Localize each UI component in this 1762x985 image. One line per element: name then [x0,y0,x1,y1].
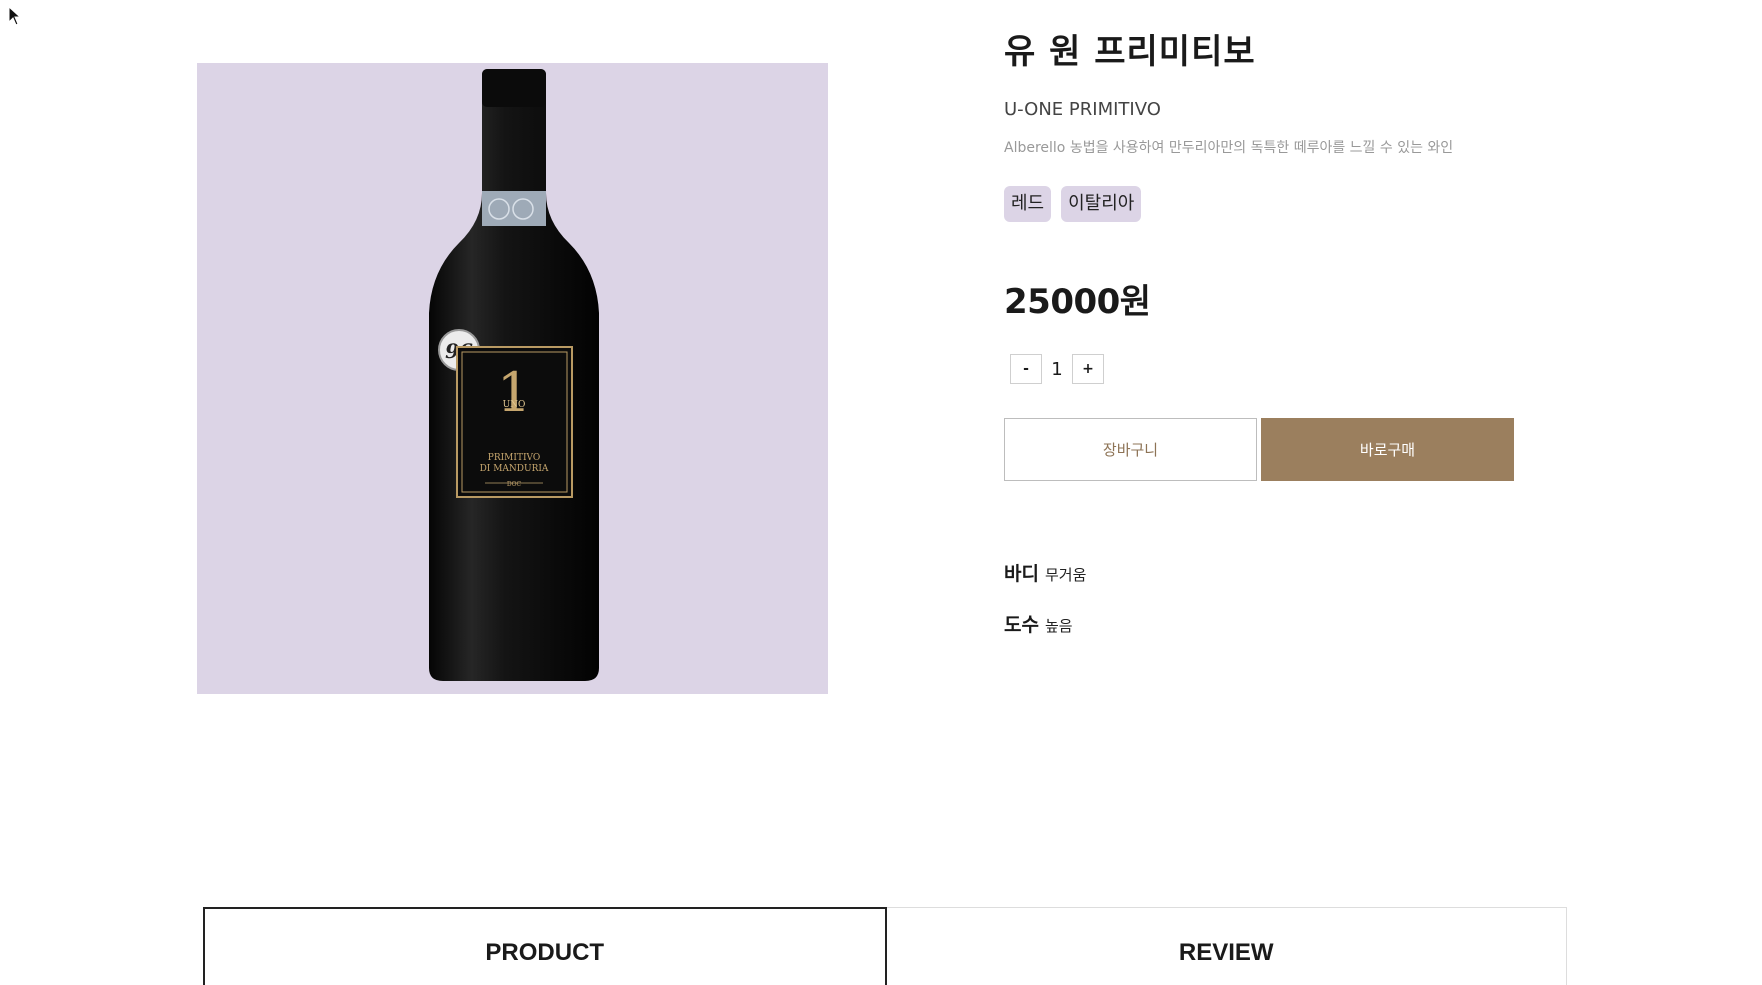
product-info: 유 원 프리미티보 U-ONE PRIMITIVO Alberello 농법을 … [1004,28,1644,661]
tag-country: 이탈리아 [1061,186,1142,222]
quantity-value: 1 [1051,358,1063,380]
product-detail-page: 96 1 UNO PRIMITIVO DI MANDURIA DOC 유 원 프… [0,0,1762,985]
mouse-cursor-icon [8,6,22,26]
tab-product[interactable]: PRODUCT [203,907,887,985]
add-to-cart-button[interactable]: 장바구니 [1004,418,1257,481]
product-image: 96 1 UNO PRIMITIVO DI MANDURIA DOC [197,63,828,694]
label-line2: DI MANDURIA [480,464,549,474]
spec-alcohol: 도수 높음 [1004,610,1644,637]
tag-type: 레드 [1004,186,1052,222]
label-line3: DOC [507,481,522,488]
spec-body: 바디 무거움 [1004,559,1644,586]
quantity-increase-button[interactable]: + [1072,354,1104,384]
spec-label: 바디 [1004,563,1039,585]
product-subtitle: U-ONE PRIMITIVO [1004,99,1161,120]
spec-label: 도수 [1004,614,1039,636]
detail-tabs: PRODUCT REVIEW [203,907,1567,985]
spec-value: 높음 [1044,617,1073,635]
tag-list: 레드 이탈리아 [1004,186,1644,222]
purchase-actions: 장바구니 바로구매 [1004,418,1644,481]
wine-bottle-image: 96 1 UNO PRIMITIVO DI MANDURIA DOC [429,69,599,681]
spec-value: 무거움 [1044,566,1087,584]
tab-review[interactable]: REVIEW [886,907,1567,985]
label-uno: UNO [503,400,526,410]
quantity-decrease-button[interactable]: - [1010,354,1042,384]
spec-list: 바디 무거움 도수 높음 [1004,559,1644,637]
product-price: 25000원 [1004,282,1151,322]
product-title: 유 원 프리미티보 [1004,32,1256,72]
label-line1: PRIMITIVO [488,453,540,463]
quantity-stepper: - 1 + [1010,354,1644,384]
label-number: 1 [497,361,531,424]
buy-now-button[interactable]: 바로구매 [1261,418,1514,481]
product-description: Alberello 농법을 사용하여 만두리아만의 독특한 떼루아를 느낄 수 … [1004,140,1454,156]
